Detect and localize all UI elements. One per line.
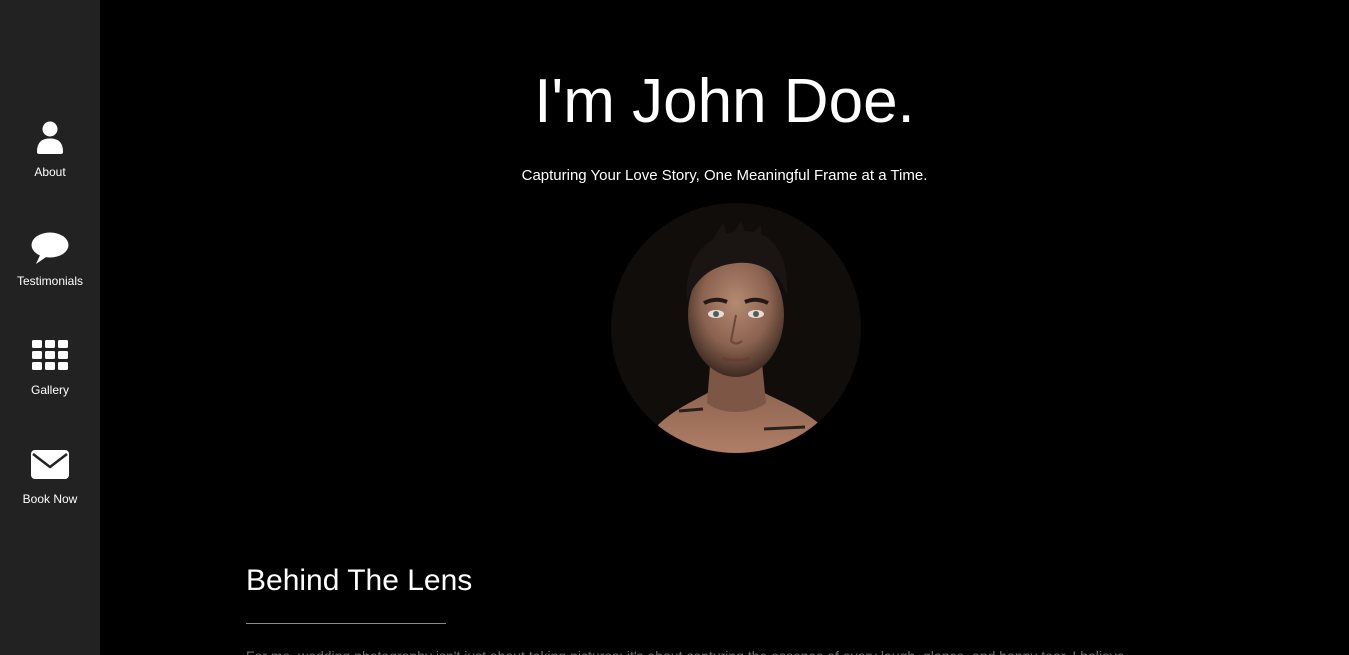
- hero-subtitle: Capturing Your Love Story, One Meaningfu…: [521, 167, 928, 184]
- section-body-text: For me, wedding photography isn't just a…: [246, 645, 1226, 655]
- grid-icon: [30, 336, 70, 376]
- sidebar-item-label: Book Now: [22, 492, 78, 506]
- section-divider: [246, 623, 446, 624]
- sidebar-item-gallery[interactable]: Gallery: [0, 336, 100, 426]
- page-title: I'm John Doe.: [534, 67, 915, 136]
- main-content: I'm John Doe. Capturing Your Love Story,…: [100, 0, 1349, 655]
- envelope-icon: [30, 445, 70, 485]
- sidebar-item-about[interactable]: About: [0, 118, 100, 208]
- sidebar-item-label: Gallery: [30, 383, 69, 397]
- avatar: [611, 203, 861, 453]
- speech-bubble-icon: [30, 227, 70, 267]
- sidebar-item-label: About: [34, 165, 66, 179]
- portrait-illustration: [611, 203, 861, 453]
- sidebar-item-book-now[interactable]: Book Now: [0, 445, 100, 535]
- sidebar-item-testimonials[interactable]: Testimonials: [0, 227, 100, 317]
- sidebar-nav: About Testimonials Gallery Book Now: [0, 0, 100, 655]
- user-icon: [30, 118, 70, 158]
- section-title: Behind The Lens: [246, 564, 473, 597]
- sidebar-item-label: Testimonials: [16, 274, 84, 288]
